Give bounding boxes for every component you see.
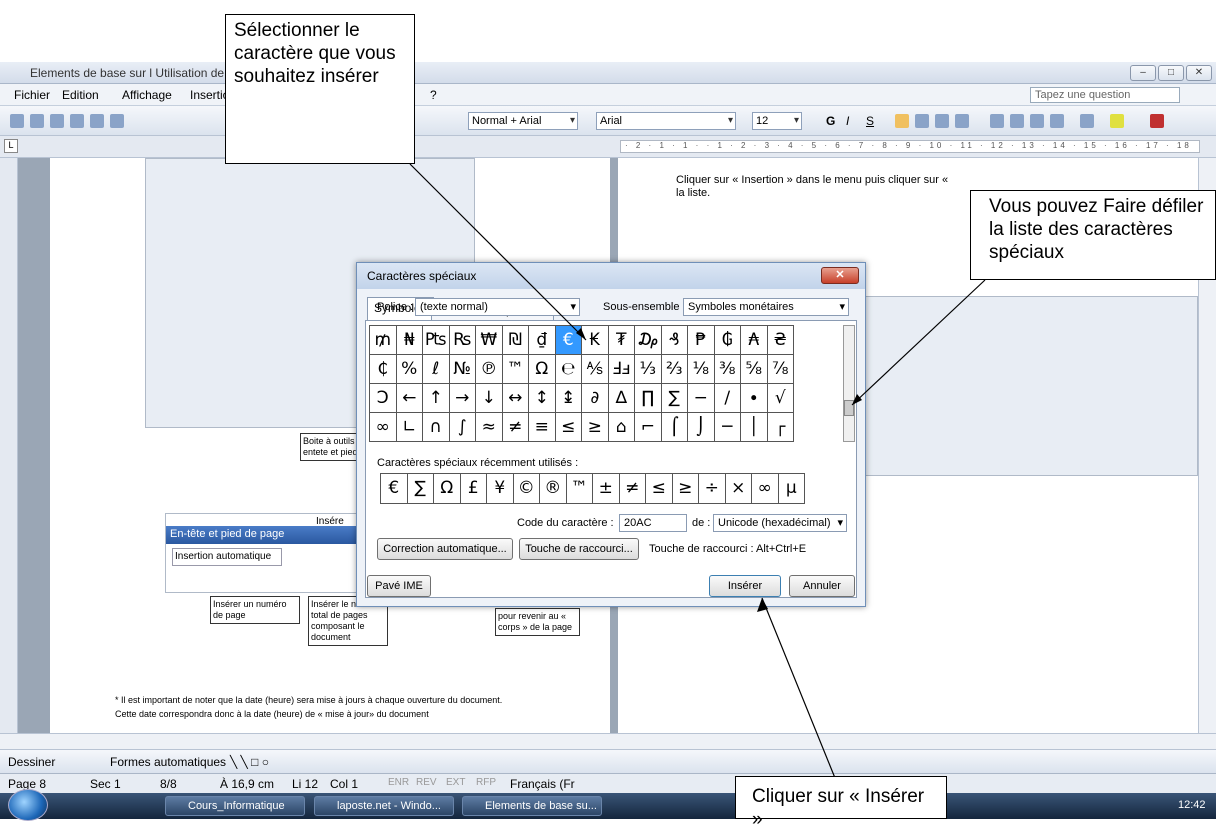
callout-select-character: Sélectionner le caractère que vous souha…: [225, 14, 415, 164]
callout-click-insert: Cliquer sur « Insérer »: [735, 776, 947, 830]
callout-scroll-list: Vous pouvez Faire défiler la liste des c…: [970, 190, 1216, 280]
arrow-head-scroll: [852, 394, 862, 405]
arrow-head-select: [576, 328, 586, 340]
arrow-scroll: [851, 279, 986, 406]
arrow-select: [409, 163, 587, 341]
arrow-insert: [761, 597, 836, 779]
callout-arrows: [409, 163, 986, 779]
